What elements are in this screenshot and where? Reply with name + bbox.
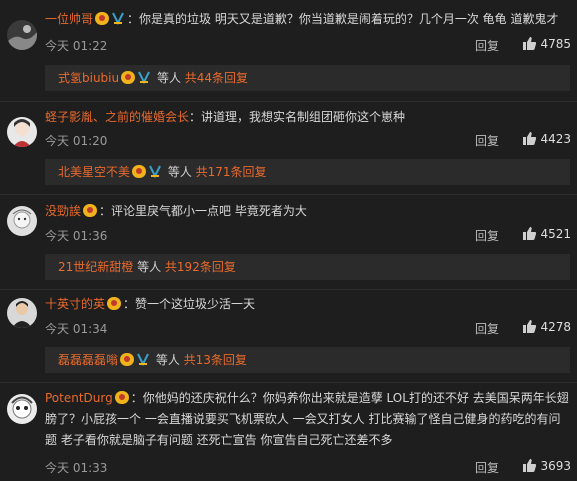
like-count: 3693 xyxy=(540,459,571,473)
reply-button[interactable]: 回复 xyxy=(475,37,499,54)
like-button[interactable]: 3693 xyxy=(522,459,571,473)
thumbs-up-icon xyxy=(523,132,537,145)
divider xyxy=(0,382,577,383)
username[interactable]: 没勁誒 xyxy=(45,204,81,218)
comment-content: 蛏子影胤、之前的催婚会长：讲道理，我想实名制组团砸你这个崽种 xyxy=(45,107,571,128)
avatar[interactable] xyxy=(7,117,37,147)
comment-content: PotentDurg ：你他妈的还庆祝什么？你妈养你出来就是造孽 LOL打的还不好… xyxy=(45,388,571,451)
timestamp: 今天 01:34 xyxy=(45,322,108,336)
vip-icon xyxy=(149,165,161,178)
replies-preview[interactable]: 北美星空不美 等人 共171条回复 xyxy=(45,159,570,185)
reply-count[interactable]: 共192条回复 xyxy=(165,260,236,274)
medal-icon xyxy=(120,353,135,366)
divider xyxy=(0,289,577,290)
reply-username[interactable]: 21世纪新甜橙 xyxy=(58,260,133,274)
comment-meta: 今天 01:33 回复 3693 xyxy=(45,459,571,477)
reply-username[interactable]: 北美星空不美 xyxy=(58,165,130,179)
timestamp: 今天 01:36 xyxy=(45,229,108,243)
vip-icon xyxy=(112,12,124,25)
replies-preview[interactable]: 磊磊磊磊嗡 等人 共13条回复 xyxy=(45,347,570,373)
comment-meta: 今天 01:36 回复 4521 xyxy=(45,227,571,245)
vip-icon xyxy=(137,353,149,366)
username[interactable]: 蛏子影胤、之前的催婚会长 xyxy=(45,110,189,124)
comment-meta: 今天 01:34 回复 4278 xyxy=(45,320,571,338)
like-button[interactable]: 4785 xyxy=(522,37,571,51)
comment-meta: 今天 01:20 回复 4423 xyxy=(45,132,571,150)
comment-content: 一位帅哥 ：你是真的垃圾 明天又是道歉？你当道歉是闹着玩的？几个月一次 龟龟 道歉… xyxy=(45,9,571,30)
thumbs-up-icon xyxy=(523,37,537,50)
reply-button[interactable]: 回复 xyxy=(475,227,499,244)
comment-text: ：你是真的垃圾 明天又是道歉？你当道歉是闹着玩的？几个月一次 龟龟 道歉鬼才 xyxy=(127,12,559,26)
comment-text: ：讲道理，我想实名制组团砸你这个崽种 xyxy=(189,110,406,124)
comment-content: 没勁誒 ：评论里戾气都小一点吧 毕竟死者为大 xyxy=(45,201,571,222)
timestamp: 今天 01:20 xyxy=(45,134,108,148)
replies-preview[interactable]: 式氢biubiu 等人 共44条回复 xyxy=(45,65,570,91)
reply-username[interactable]: 磊磊磊磊嗡 xyxy=(58,353,118,367)
avatar[interactable] xyxy=(7,298,37,328)
reply-button[interactable]: 回复 xyxy=(475,320,499,337)
medal-icon xyxy=(132,165,147,178)
comment-meta: 今天 01:22 回复 4785 xyxy=(45,37,571,55)
reply-button[interactable]: 回复 xyxy=(475,459,499,476)
thumbs-up-icon xyxy=(523,227,537,240)
reply-count[interactable]: 共44条回复 xyxy=(185,71,248,85)
like-button[interactable]: 4423 xyxy=(522,132,571,146)
medal-icon xyxy=(121,71,136,84)
medal-icon xyxy=(107,297,122,310)
like-count: 4278 xyxy=(540,320,571,334)
reply-others: 等人 xyxy=(153,71,185,85)
replies-preview[interactable]: 21世纪新甜橙 等人 共192条回复 xyxy=(45,254,570,280)
reply-username[interactable]: 式氢biubiu xyxy=(58,71,119,85)
username[interactable]: 十英寸的英 xyxy=(45,297,105,311)
username[interactable]: PotentDurg xyxy=(45,391,113,405)
thumbs-up-icon xyxy=(523,459,537,472)
comment-content: 十英寸的英 ：赞一个这垃圾少活一天 xyxy=(45,294,571,315)
vip-icon xyxy=(138,71,151,84)
medal-icon xyxy=(95,12,110,25)
avatar[interactable] xyxy=(7,206,37,236)
reply-others: 等人 xyxy=(164,165,196,179)
reply-others: 等人 xyxy=(152,353,184,367)
divider xyxy=(0,101,577,102)
reply-others: 等人 xyxy=(133,260,165,274)
like-count: 4423 xyxy=(540,132,571,146)
comment-feed: 一位帅哥 ：你是真的垃圾 明天又是道歉？你当道歉是闹着玩的？几个月一次 龟龟 道歉… xyxy=(0,0,577,481)
like-count: 4785 xyxy=(540,37,571,51)
timestamp: 今天 01:33 xyxy=(45,461,108,475)
username[interactable]: 一位帅哥 xyxy=(45,12,93,26)
divider xyxy=(0,194,577,195)
medal-icon xyxy=(83,204,98,217)
reply-count[interactable]: 共13条回复 xyxy=(184,353,247,367)
reply-button[interactable]: 回复 xyxy=(475,132,499,149)
comment-text: ：赞一个这垃圾少活一天 xyxy=(123,297,256,311)
like-button[interactable]: 4521 xyxy=(522,227,571,241)
thumbs-up-icon xyxy=(523,320,537,333)
avatar[interactable] xyxy=(7,20,37,50)
medal-icon xyxy=(114,391,129,404)
like-count: 4521 xyxy=(540,227,571,241)
avatar[interactable] xyxy=(7,394,37,424)
comment-text: ：评论里戾气都小一点吧 毕竟死者为大 xyxy=(99,204,307,218)
timestamp: 今天 01:22 xyxy=(45,39,108,53)
reply-count[interactable]: 共171条回复 xyxy=(196,165,267,179)
like-button[interactable]: 4278 xyxy=(522,320,571,334)
